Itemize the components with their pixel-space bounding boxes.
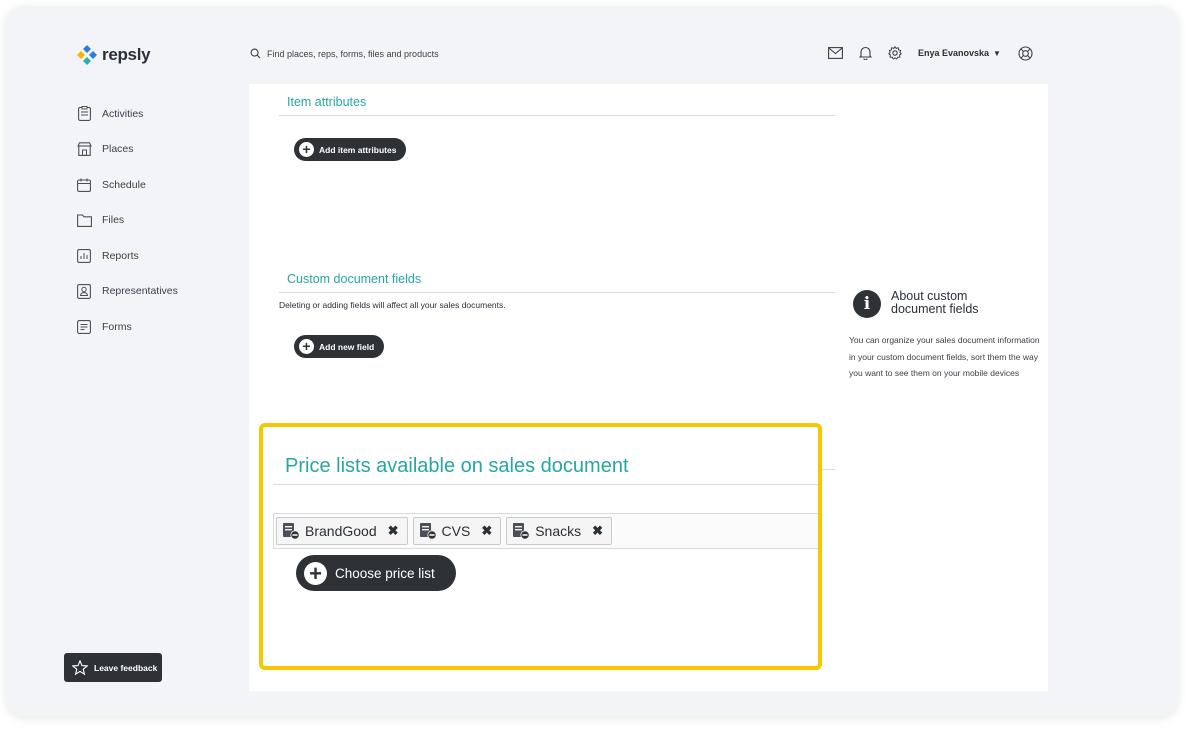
sidebar-item-places[interactable]: Places: [76, 132, 178, 168]
sidebar-item-label: Forms: [102, 320, 132, 333]
price-lists-title: Price lists available on sales document: [285, 455, 629, 477]
add-new-field-label: Add new field: [319, 341, 375, 352]
plus-icon: +: [299, 142, 314, 157]
global-search[interactable]: Find places, reps, forms, files and prod…: [250, 48, 439, 59]
sidebar-item-activities[interactable]: Activities: [76, 96, 178, 132]
price-list-tag: BrandGood ✖: [276, 517, 408, 545]
sidebar-item-forms[interactable]: Forms: [76, 309, 178, 345]
form-icon: [76, 319, 92, 335]
custom-fields-divider: [279, 292, 835, 293]
price-list-tag: Snacks ✖: [506, 517, 613, 545]
choose-price-list-button[interactable]: + Choose price list: [296, 555, 456, 591]
add-item-attributes-button[interactable]: + Add item attributes: [294, 138, 407, 161]
info-header: i About custom document fields: [853, 290, 1011, 318]
search-icon: [250, 48, 261, 59]
plus-icon: +: [299, 339, 314, 354]
calendar-icon: [76, 177, 92, 193]
logo-text: repsly: [102, 45, 151, 64]
price-lists-divider-tail: [822, 469, 835, 470]
info-icon: i: [853, 290, 881, 318]
sidebar-item-label: Schedule: [102, 178, 146, 191]
store-icon: [76, 141, 92, 157]
price-list-tag-label: CVS: [441, 523, 471, 539]
remove-tag-icon[interactable]: ✖: [592, 523, 603, 539]
sidebar-item-label: Files: [102, 214, 125, 227]
leave-feedback-button[interactable]: Leave feedback: [64, 653, 162, 682]
leave-feedback-label: Leave feedback: [94, 662, 158, 673]
sidebar-item-label: Representatives: [102, 285, 178, 298]
price-list-icon: [513, 523, 530, 540]
add-new-field-button[interactable]: + Add new field: [294, 335, 385, 358]
sidebar-item-label: Places: [102, 143, 134, 156]
gear-icon[interactable]: [886, 44, 904, 62]
bell-icon[interactable]: [856, 44, 874, 62]
help-lifebuoy-icon[interactable]: [1017, 44, 1035, 62]
choose-price-list-label: Choose price list: [335, 565, 435, 581]
header-actions: Enya Evanovska ▼: [826, 44, 1047, 62]
price-list-tag-label: Snacks: [535, 523, 582, 539]
price-list-tags[interactable]: BrandGood ✖ CVS ✖ Snacks ✖: [273, 513, 818, 549]
clipboard-icon: [76, 106, 92, 122]
sidebar-item-reports[interactable]: Reports: [76, 238, 178, 274]
sidebar-item-label: Activities: [102, 107, 144, 120]
price-list-icon: [419, 523, 437, 540]
remove-tag-icon[interactable]: ✖: [481, 523, 492, 539]
custom-fields-title: Custom document fields: [287, 272, 422, 286]
custom-fields-note: Deleting or adding fields will affect al…: [279, 300, 506, 310]
chart-icon: [76, 248, 92, 264]
price-lists-highlight: Price lists available on sales document …: [259, 423, 822, 670]
info-title: About custom document fields: [891, 289, 979, 316]
price-lists-divider: [273, 484, 818, 485]
repsly-logo[interactable]: repsly: [76, 44, 151, 66]
sidebar-item-label: Reports: [102, 249, 139, 262]
price-list-tag-label: BrandGood: [305, 523, 377, 539]
repsly-logo-mark-icon: [77, 45, 97, 65]
add-item-attributes-label: Add item attributes: [319, 144, 397, 155]
plus-icon: +: [304, 561, 327, 585]
star-icon: [72, 660, 88, 675]
user-name[interactable]: Enya Evanovska: [918, 48, 989, 58]
price-list-icon: [283, 523, 300, 540]
mail-icon[interactable]: [826, 44, 844, 62]
person-badge-icon: [76, 283, 92, 299]
sidebar-item-schedule[interactable]: Schedule: [76, 167, 178, 203]
info-description: You can organize your sales document inf…: [849, 335, 1040, 378]
search-input[interactable]: Find places, reps, forms, files and prod…: [267, 49, 439, 59]
sidebar-nav: Activities Places Schedule Files Reports…: [76, 96, 178, 345]
folder-icon: [76, 212, 92, 228]
remove-tag-icon[interactable]: ✖: [388, 523, 399, 539]
price-list-tag: CVS ✖: [412, 517, 502, 545]
sidebar-item-representatives[interactable]: Representatives: [76, 274, 178, 310]
chevron-down-icon[interactable]: ▼: [993, 49, 1001, 58]
sidebar-item-files[interactable]: Files: [76, 203, 178, 239]
item-attributes-title: Item attributes: [287, 95, 367, 109]
item-attributes-divider: [279, 115, 835, 116]
